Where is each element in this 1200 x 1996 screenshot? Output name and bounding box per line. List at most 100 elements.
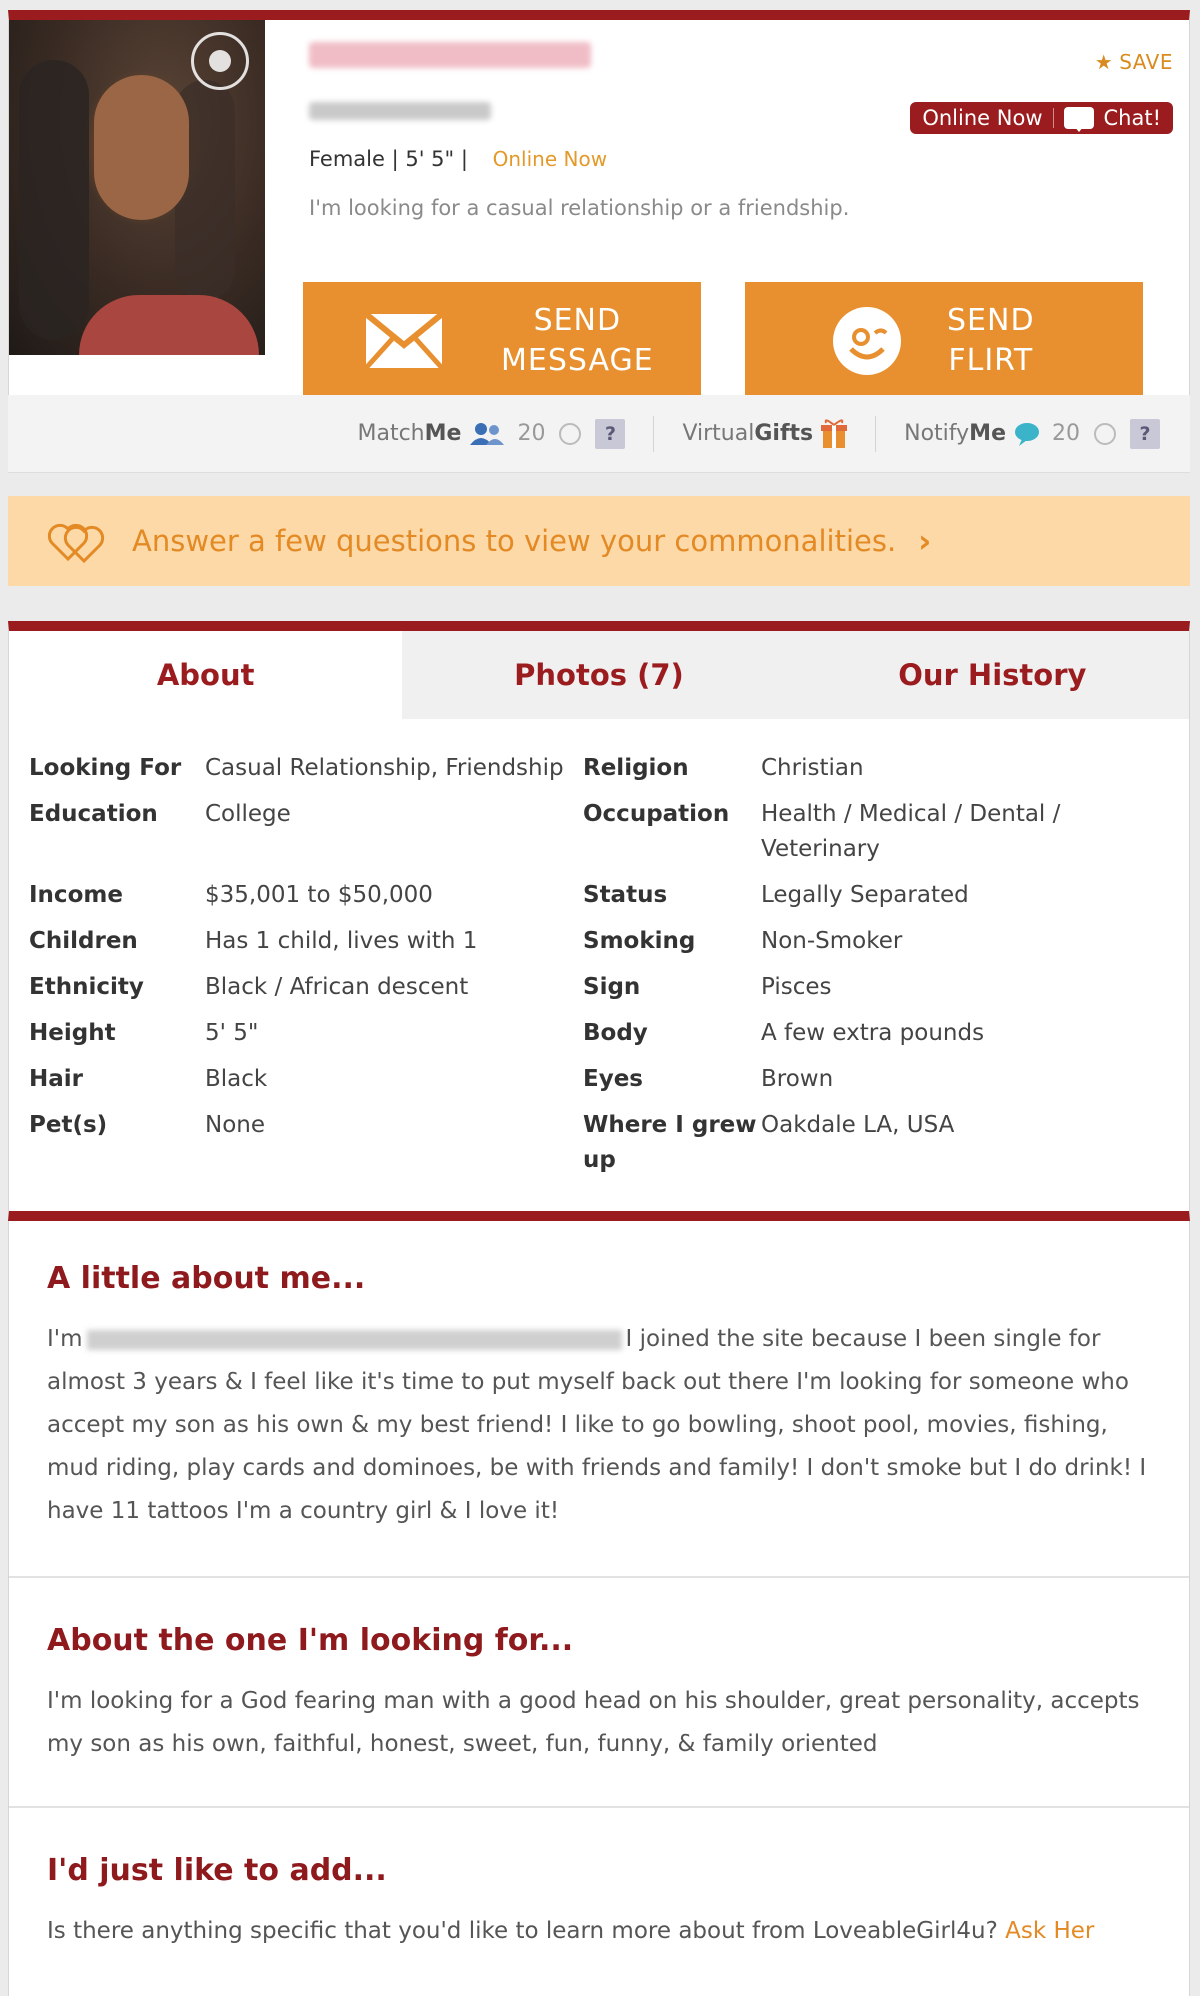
- attribute-value: Brown: [761, 1066, 834, 1092]
- about-me-blurred: [86, 1329, 622, 1350]
- attribute-label: Income: [29, 882, 123, 908]
- attribute-row: Hair Black Eyes Brown: [29, 1062, 1169, 1097]
- save-label: SAVE: [1119, 50, 1173, 74]
- chat-label: Chat!: [1103, 106, 1162, 130]
- attribute-label: Sign: [583, 974, 641, 1000]
- notifyme-prefix: Notify: [904, 421, 970, 446]
- attribute-label: Smoking: [583, 928, 696, 954]
- attribute-label: Children: [29, 928, 138, 954]
- send-flirt-label: SEND FLIRT: [947, 301, 1035, 381]
- username-blurred: [309, 42, 591, 68]
- attribute-label: Status: [583, 882, 668, 908]
- attribute-label: Education: [29, 801, 158, 827]
- online-now-badge: Online Now: [922, 106, 1043, 130]
- matchme-label: MatchMe: [357, 421, 461, 446]
- attribute-row: Looking For Casual Relationship, Friendsh…: [29, 751, 1169, 786]
- add-section: I'd just like to add... Is there anythin…: [9, 1853, 1189, 1953]
- online-status: Online Now: [492, 147, 608, 171]
- attribute-label: Eyes: [583, 1066, 643, 1092]
- attributes-table: Looking For Casual Relationship, Friendsh…: [29, 751, 1169, 1189]
- attribute-value: Has 1 child, lives with 1: [205, 928, 478, 954]
- attribute-value: Black / African descent: [205, 974, 469, 1000]
- about-me-section: A little about me... I'm I joined the sit…: [9, 1261, 1189, 1533]
- tab-about[interactable]: About: [9, 631, 403, 719]
- attribute-value: A few extra pounds: [761, 1020, 985, 1046]
- ask-her-link[interactable]: Ask Her: [1005, 1918, 1094, 1944]
- commonality-text: Answer a few questions to view your comm…: [132, 524, 897, 558]
- virtualgifts-prefix: Virtual: [682, 421, 755, 446]
- photo-hair-left: [19, 60, 89, 340]
- send-message-button[interactable]: SEND MESSAGE: [303, 282, 701, 400]
- send-flirt-line2: FLIRT: [948, 343, 1034, 378]
- attribute-label: Height: [29, 1020, 116, 1046]
- send-flirt-button[interactable]: SEND FLIRT: [745, 282, 1143, 400]
- attribute-row: Height 5' 5" Body A few extra pounds: [29, 1016, 1169, 1051]
- attribute-value: Oakdale LA, USA: [761, 1112, 955, 1138]
- wink-face-icon: [833, 307, 901, 375]
- attribute-value: Casual Relationship, Friendship: [205, 755, 564, 781]
- feature-divider: [653, 415, 655, 452]
- looking-for-title: About the one I'm looking for...: [47, 1623, 574, 1658]
- photo-count-icon[interactable]: [191, 32, 249, 90]
- chat-bubble-icon: [1063, 107, 1094, 132]
- details-card: About Photos (7) Our History Looking For…: [8, 621, 1190, 1221]
- notifyme-label: NotifyMe: [904, 421, 1006, 446]
- virtualgifts-feature[interactable]: VirtualGifts: [682, 418, 848, 449]
- attribute-label: Body: [583, 1020, 648, 1046]
- virtualgifts-bold: Gifts: [754, 421, 814, 446]
- attribute-value: None: [205, 1112, 266, 1138]
- feature-bar: MatchMe 20 ? VirtualGifts NotifyMe 20 ?: [8, 395, 1190, 473]
- attribute-value: Health / Medical / Dental / Veterinary: [761, 801, 1061, 862]
- photo-shirt: [79, 295, 259, 355]
- location-blurred: [309, 102, 491, 120]
- basics-text: Female | 5' 5" |: [309, 147, 468, 171]
- save-button[interactable]: ★ SAVE: [1095, 50, 1173, 74]
- attribute-label: Ethnicity: [29, 974, 144, 1000]
- photo-badge-dot: [209, 50, 231, 72]
- matchme-prefix: Match: [357, 421, 425, 446]
- tab-photos[interactable]: Photos (7): [402, 631, 796, 719]
- section-divider: [9, 1806, 1189, 1808]
- star-icon: ★: [1094, 50, 1114, 74]
- online-chat-button[interactable]: Online Now Chat!: [910, 102, 1173, 134]
- notifyme-feature[interactable]: NotifyMe 20 ?: [904, 418, 1160, 449]
- profile-card: ★ SAVE Online Now Chat! Female | 5' 5" |…: [8, 10, 1190, 400]
- send-message-line2: MESSAGE: [501, 343, 654, 378]
- tab-our-history[interactable]: Our History: [795, 631, 1189, 719]
- profile-tabs: About Photos (7) Our History: [9, 631, 1189, 719]
- notify-bubble-icon: [1015, 422, 1039, 446]
- looking-for-text: I'm looking for a God fearing man with a…: [47, 1688, 1140, 1757]
- notifyme-count: 20: [1052, 421, 1080, 446]
- about-card: A little about me... I'm I joined the sit…: [8, 1221, 1190, 1996]
- add-body: Is there anything specific that you'd li…: [47, 1918, 998, 1944]
- commonality-banner[interactable]: Answer a few questions to view your comm…: [8, 496, 1190, 586]
- attribute-value: College: [205, 801, 291, 827]
- profile-photo[interactable]: [9, 20, 265, 355]
- attribute-value: Legally Separated: [761, 882, 969, 908]
- attribute-row: Ethnicity Black / African descent Sign Pisc…: [29, 970, 1169, 1005]
- attribute-label: Looking For: [29, 755, 182, 781]
- chevron-right-icon: ›: [918, 522, 932, 560]
- matchme-feature[interactable]: MatchMe 20 ?: [357, 418, 626, 449]
- attribute-label: Where I grew up: [583, 1112, 757, 1173]
- gift-icon: [821, 418, 848, 448]
- section-divider: [9, 1576, 1189, 1578]
- attribute-label: Occupation: [583, 801, 730, 827]
- profile-tagline: I'm looking for a casual relationship or…: [309, 196, 850, 220]
- attribute-row: Children Has 1 child, lives with 1 Smoking…: [29, 924, 1169, 959]
- credit-coin-icon: [559, 422, 582, 445]
- hearts-icon: [47, 523, 105, 564]
- send-message-label: SEND MESSAGE: [501, 301, 654, 381]
- looking-for-section: About the one I'm looking for... I'm loo…: [9, 1623, 1189, 1766]
- add-title: I'd just like to add...: [47, 1853, 387, 1888]
- about-me-lead: I'm: [47, 1326, 83, 1352]
- feature-divider: [875, 415, 877, 452]
- about-me-title: A little about me...: [47, 1261, 366, 1296]
- matchme-bold: Me: [424, 421, 462, 446]
- matchme-help-button[interactable]: ?: [595, 418, 626, 449]
- attribute-value: Non-Smoker: [761, 928, 903, 954]
- attribute-value: $35,001 to $50,000: [205, 882, 433, 908]
- matchme-count: 20: [517, 421, 546, 446]
- notifyme-help-button[interactable]: ?: [1130, 418, 1160, 449]
- attribute-row: Income $35,001 to $50,000 Status Legally Se…: [29, 878, 1169, 913]
